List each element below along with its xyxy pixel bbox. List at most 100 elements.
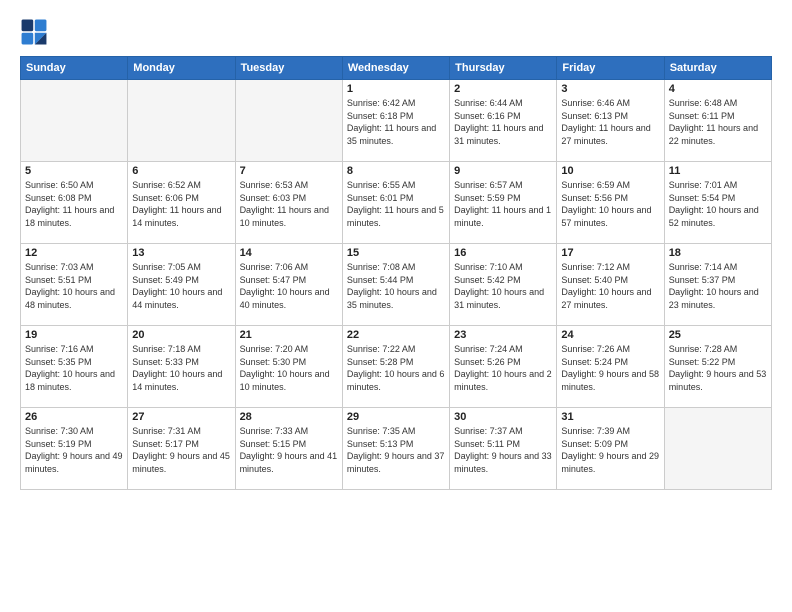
- day-info: Sunrise: 7:14 AM Sunset: 5:37 PM Dayligh…: [669, 261, 767, 311]
- calendar-header-thursday: Thursday: [450, 57, 557, 80]
- day-info: Sunrise: 7:18 AM Sunset: 5:33 PM Dayligh…: [132, 343, 230, 393]
- day-info: Sunrise: 6:57 AM Sunset: 5:59 PM Dayligh…: [454, 179, 552, 229]
- day-info: Sunrise: 7:35 AM Sunset: 5:13 PM Dayligh…: [347, 425, 445, 475]
- calendar-cell: 13Sunrise: 7:05 AM Sunset: 5:49 PM Dayli…: [128, 244, 235, 326]
- day-number: 1: [347, 83, 445, 95]
- calendar-cell: 29Sunrise: 7:35 AM Sunset: 5:13 PM Dayli…: [342, 408, 449, 490]
- day-info: Sunrise: 7:10 AM Sunset: 5:42 PM Dayligh…: [454, 261, 552, 311]
- calendar-week-row: 1 Sunrise: 6:42 AM Sunset: 6:18 PM Daylig…: [21, 80, 772, 162]
- day-info: Sunrise: 6:53 AM Sunset: 6:03 PM Dayligh…: [240, 179, 338, 229]
- calendar-cell: 28 Sunrise: 7:33 AM Sunset: 5:15 PM Dayli…: [235, 408, 342, 490]
- day-number: 31: [561, 411, 659, 423]
- calendar-cell: 12 Sunrise: 7:03 AM Sunset: 5:51 PM Dayli…: [21, 244, 128, 326]
- day-number: 5: [25, 165, 123, 177]
- day-number: 25: [669, 329, 767, 341]
- calendar-cell: 5 Sunrise: 6:50 AM Sunset: 6:08 PM Daylig…: [21, 162, 128, 244]
- day-info: Sunrise: 6:52 AM Sunset: 6:06 PM Dayligh…: [132, 179, 230, 229]
- day-number: 22: [347, 329, 445, 341]
- calendar-week-row: 5 Sunrise: 6:50 AM Sunset: 6:08 PM Daylig…: [21, 162, 772, 244]
- day-number: 14: [240, 247, 338, 259]
- day-number: 30: [454, 411, 552, 423]
- day-info: Sunrise: 7:39 AM Sunset: 5:09 PM Dayligh…: [561, 425, 659, 475]
- calendar-cell: [235, 80, 342, 162]
- calendar-cell: 2Sunrise: 6:44 AM Sunset: 6:16 PM Daylig…: [450, 80, 557, 162]
- calendar-header-wednesday: Wednesday: [342, 57, 449, 80]
- calendar-header-friday: Friday: [557, 57, 664, 80]
- calendar-cell: 6 Sunrise: 6:52 AM Sunset: 6:06 PM Daylig…: [128, 162, 235, 244]
- day-info: Sunrise: 7:12 AM Sunset: 5:40 PM Dayligh…: [561, 261, 659, 311]
- calendar-cell: 20 Sunrise: 7:18 AM Sunset: 5:33 PM Dayli…: [128, 326, 235, 408]
- day-info: Sunrise: 6:50 AM Sunset: 6:08 PM Dayligh…: [25, 179, 123, 229]
- day-number: 20: [132, 329, 230, 341]
- calendar-cell: 10 Sunrise: 6:59 AM Sunset: 5:56 PM Dayli…: [557, 162, 664, 244]
- day-number: 6: [132, 165, 230, 177]
- calendar-cell: 11 Sunrise: 7:01 AM Sunset: 5:54 PM Dayli…: [664, 162, 771, 244]
- calendar-cell: 9 Sunrise: 6:57 AM Sunset: 5:59 PM Daylig…: [450, 162, 557, 244]
- day-info: Sunrise: 7:33 AM Sunset: 5:15 PM Dayligh…: [240, 425, 338, 475]
- day-info: Sunrise: 7:08 AM Sunset: 5:44 PM Dayligh…: [347, 261, 445, 311]
- calendar-cell: 18 Sunrise: 7:14 AM Sunset: 5:37 PM Dayli…: [664, 244, 771, 326]
- day-info: Sunrise: 7:28 AM Sunset: 5:22 PM Dayligh…: [669, 343, 767, 393]
- day-number: 7: [240, 165, 338, 177]
- calendar-cell: 1 Sunrise: 6:42 AM Sunset: 6:18 PM Daylig…: [342, 80, 449, 162]
- day-number: 18: [669, 247, 767, 259]
- calendar-cell: [664, 408, 771, 490]
- calendar-header-row: SundayMondayTuesdayWednesdayThursdayFrid…: [21, 57, 772, 80]
- day-info: Sunrise: 6:55 AM Sunset: 6:01 PM Dayligh…: [347, 179, 445, 229]
- calendar-week-row: 12 Sunrise: 7:03 AM Sunset: 5:51 PM Dayli…: [21, 244, 772, 326]
- calendar-cell: 30Sunrise: 7:37 AM Sunset: 5:11 PM Dayli…: [450, 408, 557, 490]
- calendar-cell: 14 Sunrise: 7:06 AM Sunset: 5:47 PM Dayli…: [235, 244, 342, 326]
- page: SundayMondayTuesdayWednesdayThursdayFrid…: [0, 0, 792, 612]
- day-info: Sunrise: 6:42 AM Sunset: 6:18 PM Dayligh…: [347, 97, 445, 147]
- day-info: Sunrise: 7:01 AM Sunset: 5:54 PM Dayligh…: [669, 179, 767, 229]
- day-number: 21: [240, 329, 338, 341]
- calendar-cell: 8Sunrise: 6:55 AM Sunset: 6:01 PM Daylig…: [342, 162, 449, 244]
- day-number: 9: [454, 165, 552, 177]
- calendar-week-row: 26 Sunrise: 7:30 AM Sunset: 5:19 PM Dayli…: [21, 408, 772, 490]
- calendar-cell: [128, 80, 235, 162]
- calendar-cell: 15Sunrise: 7:08 AM Sunset: 5:44 PM Dayli…: [342, 244, 449, 326]
- day-number: 28: [240, 411, 338, 423]
- calendar-cell: 23Sunrise: 7:24 AM Sunset: 5:26 PM Dayli…: [450, 326, 557, 408]
- day-number: 24: [561, 329, 659, 341]
- calendar-cell: 7 Sunrise: 6:53 AM Sunset: 6:03 PM Daylig…: [235, 162, 342, 244]
- day-number: 11: [669, 165, 767, 177]
- header: [20, 18, 772, 46]
- calendar: SundayMondayTuesdayWednesdayThursdayFrid…: [20, 56, 772, 490]
- day-info: Sunrise: 7:22 AM Sunset: 5:28 PM Dayligh…: [347, 343, 445, 393]
- calendar-cell: [21, 80, 128, 162]
- day-info: Sunrise: 6:48 AM Sunset: 6:11 PM Dayligh…: [669, 97, 767, 147]
- day-info: Sunrise: 6:59 AM Sunset: 5:56 PM Dayligh…: [561, 179, 659, 229]
- calendar-cell: 21 Sunrise: 7:20 AM Sunset: 5:30 PM Dayli…: [235, 326, 342, 408]
- calendar-cell: 31 Sunrise: 7:39 AM Sunset: 5:09 PM Dayli…: [557, 408, 664, 490]
- calendar-cell: 3 Sunrise: 6:46 AM Sunset: 6:13 PM Daylig…: [557, 80, 664, 162]
- day-info: Sunrise: 7:24 AM Sunset: 5:26 PM Dayligh…: [454, 343, 552, 393]
- day-info: Sunrise: 6:44 AM Sunset: 6:16 PM Dayligh…: [454, 97, 552, 147]
- day-number: 3: [561, 83, 659, 95]
- day-number: 16: [454, 247, 552, 259]
- day-number: 13: [132, 247, 230, 259]
- calendar-cell: 4Sunrise: 6:48 AM Sunset: 6:11 PM Daylig…: [664, 80, 771, 162]
- logo: [20, 18, 52, 46]
- day-info: Sunrise: 7:30 AM Sunset: 5:19 PM Dayligh…: [25, 425, 123, 475]
- day-info: Sunrise: 7:20 AM Sunset: 5:30 PM Dayligh…: [240, 343, 338, 393]
- day-number: 10: [561, 165, 659, 177]
- calendar-cell: 16 Sunrise: 7:10 AM Sunset: 5:42 PM Dayli…: [450, 244, 557, 326]
- calendar-cell: 17 Sunrise: 7:12 AM Sunset: 5:40 PM Dayli…: [557, 244, 664, 326]
- calendar-header-sunday: Sunday: [21, 57, 128, 80]
- calendar-header-tuesday: Tuesday: [235, 57, 342, 80]
- calendar-cell: 25 Sunrise: 7:28 AM Sunset: 5:22 PM Dayli…: [664, 326, 771, 408]
- day-info: Sunrise: 6:46 AM Sunset: 6:13 PM Dayligh…: [561, 97, 659, 147]
- day-info: Sunrise: 7:03 AM Sunset: 5:51 PM Dayligh…: [25, 261, 123, 311]
- day-number: 17: [561, 247, 659, 259]
- day-number: 26: [25, 411, 123, 423]
- day-number: 27: [132, 411, 230, 423]
- calendar-header-saturday: Saturday: [664, 57, 771, 80]
- calendar-cell: 27Sunrise: 7:31 AM Sunset: 5:17 PM Dayli…: [128, 408, 235, 490]
- calendar-week-row: 19Sunrise: 7:16 AM Sunset: 5:35 PM Dayli…: [21, 326, 772, 408]
- day-info: Sunrise: 7:06 AM Sunset: 5:47 PM Dayligh…: [240, 261, 338, 311]
- day-number: 12: [25, 247, 123, 259]
- day-info: Sunrise: 7:16 AM Sunset: 5:35 PM Dayligh…: [25, 343, 123, 393]
- calendar-cell: 22 Sunrise: 7:22 AM Sunset: 5:28 PM Dayli…: [342, 326, 449, 408]
- calendar-cell: 24Sunrise: 7:26 AM Sunset: 5:24 PM Dayli…: [557, 326, 664, 408]
